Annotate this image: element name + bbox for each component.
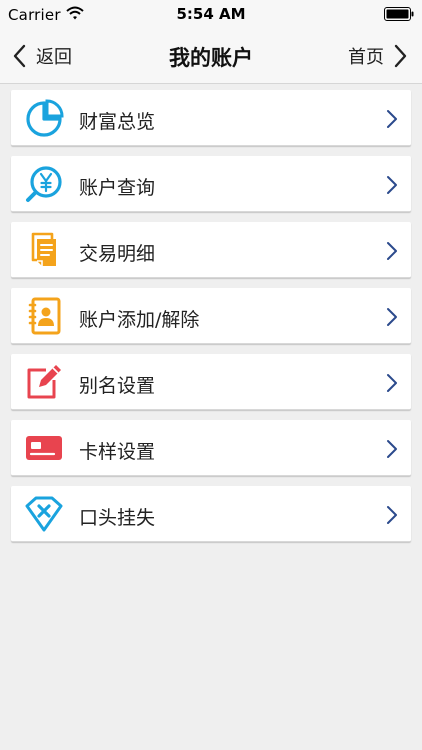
edit-note-icon [27,365,61,399]
contact-book-icon [28,297,61,335]
chevron-right-icon [387,242,397,260]
menu-item-account-add-remove[interactable]: 账户添加/解除 [11,288,411,344]
menu-item-transaction-details[interactable]: 交易明细 [11,222,411,278]
menu-item-account-inquiry[interactable]: 账户查询 [11,156,411,212]
status-bar: Carrier 5:54 AM [0,0,422,28]
battery-icon [384,7,414,21]
pie-chart-icon [26,99,64,137]
menu-item-label: 财富总览 [79,111,156,133]
menu-item-label: 卡样设置 [79,441,156,463]
home-button-label: 首页 [348,47,384,68]
account-menu-list: 财富总览 账户查询 交易明细 账户添加/解除 别名设置 卡样设置 口头挂失 [11,90,411,552]
menu-item-label: 账户查询 [79,177,156,199]
card-icon [26,436,62,460]
menu-item-label: 账户添加/解除 [79,309,200,331]
menu-item-card-style-settings[interactable]: 卡样设置 [11,420,411,476]
chevron-right-icon [394,44,407,68]
chevron-right-icon [387,374,397,392]
navigation-bar: 返回 我的账户 首页 [0,28,422,84]
menu-item-label: 别名设置 [79,375,156,397]
documents-icon [31,232,56,266]
report-loss-icon [25,496,63,532]
home-button[interactable]: 首页 [348,40,408,72]
menu-item-report-loss[interactable]: 口头挂失 [11,486,411,542]
menu-item-wealth-overview[interactable]: 财富总览 [11,90,411,146]
chevron-right-icon [387,440,397,458]
chevron-right-icon [387,506,397,524]
yen-search-icon [26,166,62,202]
menu-item-label: 交易明细 [79,243,156,265]
chevron-right-icon [387,176,397,194]
clock: 5:54 AM [176,5,246,23]
chevron-right-icon [387,110,397,128]
menu-item-label: 口头挂失 [79,507,156,529]
menu-item-alias-settings[interactable]: 别名设置 [11,354,411,410]
chevron-right-icon [387,308,397,326]
